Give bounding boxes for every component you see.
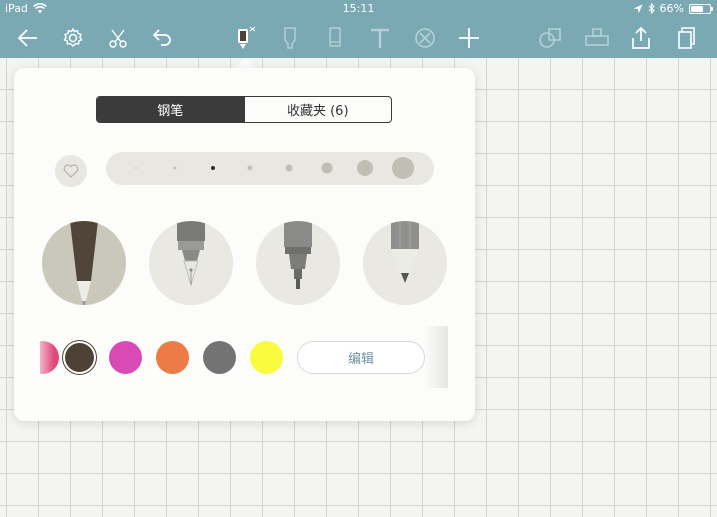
size-option[interactable] — [135, 167, 137, 169]
pen-ballpoint[interactable] — [42, 221, 126, 305]
size-option[interactable] — [247, 165, 253, 171]
pen-icon[interactable] — [229, 24, 259, 52]
ruler-icon[interactable] — [582, 24, 612, 52]
edit-colors-button[interactable]: 编辑 — [297, 341, 425, 374]
tab-pen[interactable]: 钢笔 — [97, 97, 244, 122]
popover-arrow — [235, 58, 255, 68]
back-arrow-icon[interactable] — [13, 24, 43, 52]
favorite-button[interactable] — [55, 155, 87, 187]
size-option[interactable] — [321, 162, 333, 174]
battery-fill — [691, 5, 703, 12]
tab-favorites[interactable]: 收藏夹 (6) — [243, 97, 392, 122]
gear-icon[interactable] — [58, 24, 88, 52]
size-option-selected[interactable] — [211, 166, 215, 170]
marker-icon[interactable] — [320, 24, 350, 52]
status-bar: iPad 15:11 66% — [0, 0, 717, 18]
pen-settings-popover: 钢笔 收藏夹 (6) 编辑 — [14, 68, 475, 421]
bluetooth-icon — [648, 3, 655, 14]
highlighter-icon[interactable] — [275, 24, 305, 52]
top-bar: iPad 15:11 66% — [0, 0, 717, 58]
palette-fade-left — [40, 326, 54, 388]
tab-switcher: 钢笔 收藏夹 (6) — [96, 96, 392, 123]
battery-icon — [689, 3, 713, 14]
color-swatch[interactable] — [109, 341, 142, 374]
size-option[interactable] — [392, 157, 414, 179]
pen-fineliner[interactable] — [256, 221, 340, 305]
size-option[interactable] — [285, 164, 293, 172]
pen-fountain[interactable] — [149, 221, 233, 305]
share-icon[interactable] — [626, 24, 656, 52]
shapes-icon[interactable] — [536, 24, 566, 52]
pages-icon[interactable] — [671, 24, 701, 52]
color-palette: 编辑 — [40, 326, 448, 388]
palette-fade-right — [424, 326, 448, 388]
status-right: 66% — [633, 2, 713, 15]
heart-icon — [63, 164, 79, 178]
eraser-icon[interactable] — [410, 24, 440, 52]
status-time: 15:11 — [342, 2, 375, 15]
size-option[interactable] — [357, 160, 373, 176]
pen-pencil[interactable] — [363, 221, 447, 305]
location-icon — [633, 4, 643, 13]
scissors-icon[interactable] — [103, 24, 133, 52]
text-icon[interactable] — [365, 24, 395, 52]
battery-percent: 66% — [659, 2, 684, 15]
color-swatch-selected[interactable] — [63, 341, 96, 374]
size-option[interactable] — [173, 166, 177, 170]
color-swatch[interactable] — [156, 341, 189, 374]
undo-icon[interactable] — [147, 24, 177, 52]
color-swatch[interactable] — [250, 341, 283, 374]
color-swatch[interactable] — [203, 341, 236, 374]
plus-icon[interactable] — [454, 24, 484, 52]
stroke-size-slider[interactable] — [106, 152, 434, 185]
